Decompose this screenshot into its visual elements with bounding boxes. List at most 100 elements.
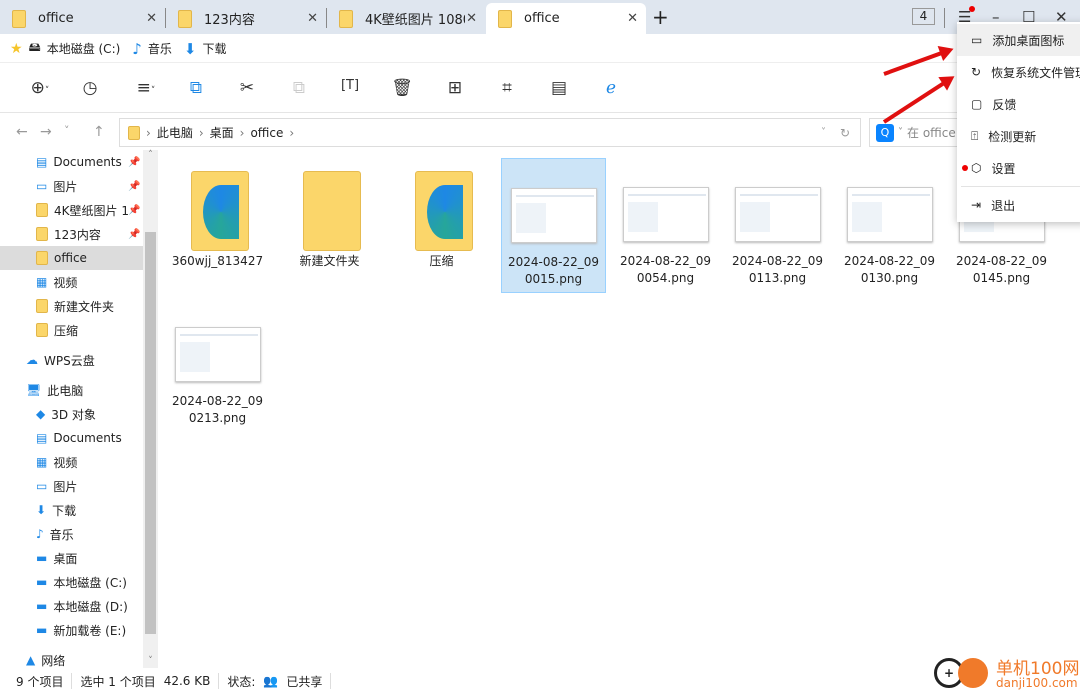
tab-count-badge[interactable]: 4 bbox=[912, 8, 935, 25]
sidebar-item-label: 4K壁纸图片 1 bbox=[54, 203, 129, 218]
image-thumbnail bbox=[173, 307, 263, 387]
menu-feedback[interactable]: ▢ 反馈 bbox=[957, 88, 1080, 120]
close-tab-icon[interactable]: ✕ bbox=[307, 11, 318, 26]
browser-icon[interactable]: ℯ bbox=[599, 78, 623, 98]
folder-icon bbox=[173, 167, 263, 251]
forward-button[interactable]: → bbox=[40, 124, 52, 140]
bookmark-c-drive[interactable]: 本地磁盘 (C:) bbox=[47, 40, 121, 57]
folder-icon bbox=[178, 9, 192, 28]
recent-dropdown[interactable]: ˅ bbox=[64, 124, 70, 137]
sidebar-item[interactable]: ▬ 桌面 bbox=[0, 546, 158, 570]
notification-dot bbox=[962, 165, 968, 171]
image-file[interactable]: 2024-08-22_090054.png bbox=[613, 158, 718, 293]
folder-item[interactable]: 压缩 bbox=[389, 158, 494, 293]
state-label: 状态: bbox=[227, 674, 256, 689]
sidebar-item-label: 桌面 bbox=[53, 551, 78, 566]
image-thumbnail bbox=[845, 167, 935, 247]
cut-icon[interactable]: ✂ bbox=[235, 78, 259, 98]
folder-item[interactable]: 360wjj_813427 bbox=[165, 158, 270, 293]
toolbar: ⊕˅ ◷ ≡˅ ⧉ ✂ ⧉ [T] 🗑 ⊞ ⌗ ▤ ℯ bbox=[0, 63, 1080, 113]
bookmark-music[interactable]: 音乐 bbox=[148, 40, 172, 57]
breadcrumb-office[interactable]: office bbox=[250, 126, 283, 140]
menu-add-desktop-icon[interactable]: ▭ 添加桌面图标 bbox=[957, 24, 1080, 56]
file-name: 2024-08-22_090213.png bbox=[171, 394, 263, 425]
sidebar-item[interactable]: 🖥 此电脑 bbox=[0, 378, 158, 402]
menu-settings[interactable]: ⬡ 设置 bbox=[957, 152, 1080, 184]
menu-check-update[interactable]: ⍐ 检测更新 bbox=[957, 120, 1080, 152]
folder-icon bbox=[36, 203, 48, 217]
sidebar-item[interactable]: ▦ 视频 bbox=[0, 270, 158, 294]
sidebar-item[interactable]: ▬ 本地磁盘 (D:) bbox=[0, 594, 158, 618]
tab-4k[interactable]: 4K壁纸图片 1080P✕ bbox=[327, 3, 485, 34]
selection-count: 选中 1 个项目 bbox=[80, 674, 156, 689]
tab-office-active[interactable]: office ✕ bbox=[486, 3, 646, 34]
menu-exit[interactable]: ⇥ 退出 bbox=[957, 189, 1080, 221]
file-name: 2024-08-22_090113.png bbox=[731, 254, 823, 285]
copy-icon[interactable]: ⧉ bbox=[184, 78, 208, 98]
address-bar[interactable]: › 此电脑 › 桌面 › office › ˅ ↻ bbox=[119, 118, 861, 147]
paste-icon[interactable]: ⧉ bbox=[287, 78, 311, 98]
close-tab-icon[interactable]: ✕ bbox=[466, 11, 477, 26]
delete-icon[interactable]: 🗑 bbox=[390, 78, 414, 98]
bookmark-download[interactable]: 下载 bbox=[202, 40, 226, 57]
sidebar-item[interactable]: ▬ 本地磁盘 (C:) bbox=[0, 570, 158, 594]
restore-icon: ↻ bbox=[971, 65, 982, 79]
sidebar-item[interactable]: 新建文件夹 bbox=[0, 294, 158, 318]
feedback-icon: ▢ bbox=[971, 97, 983, 111]
refresh-icon[interactable]: ↻ bbox=[840, 126, 850, 140]
sidebar-item[interactable]: ▭ 图片 bbox=[0, 474, 158, 498]
up-button[interactable]: ↑ bbox=[93, 124, 105, 140]
address-dropdown[interactable]: ˅ bbox=[821, 127, 826, 138]
sidebar-item[interactable]: ▭ 图片 📌 bbox=[0, 174, 158, 198]
folder-icon bbox=[12, 9, 26, 28]
sidebar-item[interactable]: 压缩 bbox=[0, 318, 158, 342]
sidebar-item[interactable]: 4K壁纸图片 1 📌 bbox=[0, 198, 158, 222]
sidebar-item-label: 此电脑 bbox=[47, 383, 84, 398]
sidebar-item[interactable]: ▲ 网络 bbox=[0, 648, 158, 668]
new-icon[interactable]: ⊕˅ bbox=[28, 78, 52, 98]
sidebar-item-label: 下载 bbox=[52, 503, 77, 518]
back-button[interactable]: ← bbox=[16, 124, 28, 140]
close-tab-icon[interactable]: ✕ bbox=[146, 11, 157, 26]
sidebar-item[interactable]: ▤ Documents 📌 bbox=[0, 150, 158, 174]
new-window-icon[interactable]: ⊞ bbox=[443, 78, 467, 98]
sidebar-item[interactable]: ☁ WPS云盘 bbox=[0, 348, 158, 372]
sidebar-item[interactable]: ⬇ 下载 bbox=[0, 498, 158, 522]
breadcrumb-this-pc[interactable]: 此电脑 bbox=[157, 124, 193, 141]
crop-icon[interactable]: ⌗ bbox=[495, 78, 519, 98]
image-file[interactable]: 2024-08-22_090113.png bbox=[725, 158, 830, 293]
search-icon: Q bbox=[876, 123, 894, 142]
image-file[interactable]: 2024-08-22_090130.png bbox=[837, 158, 942, 293]
sidebar-item[interactable]: ♪ 音乐 bbox=[0, 522, 158, 546]
history-icon[interactable]: ◷ bbox=[78, 78, 102, 98]
sidebar-item-label: 视频 bbox=[53, 275, 78, 290]
sidebar-item[interactable]: office bbox=[0, 246, 158, 270]
sidebar-item-label: 新建文件夹 bbox=[54, 299, 115, 314]
sidebar-item-label: 音乐 bbox=[49, 527, 74, 542]
calculator-icon[interactable]: ▤ bbox=[547, 78, 571, 98]
rename-icon[interactable]: [T] bbox=[338, 78, 362, 93]
menu-restore-explorer[interactable]: ↻恢复系统文件管理器 bbox=[957, 56, 1080, 88]
new-tab-button[interactable]: + bbox=[652, 5, 669, 29]
file-name: 2024-08-22_090015.png bbox=[507, 255, 599, 286]
tab-123[interactable]: 123内容 ✕ bbox=[166, 3, 326, 34]
view-icon[interactable]: ≡˅ bbox=[134, 78, 158, 98]
scrollbar-thumb[interactable] bbox=[145, 232, 156, 634]
sidebar-item[interactable]: 123内容 📌 bbox=[0, 222, 158, 246]
folder-icon bbox=[397, 167, 487, 251]
sidebar-item[interactable]: ▦ 视频 bbox=[0, 450, 158, 474]
sidebar-item-label: 网络 bbox=[41, 653, 66, 668]
search-input[interactable]: 在 office bbox=[907, 124, 956, 141]
folder-item[interactable]: 新建文件夹 bbox=[277, 158, 382, 293]
sidebar-item[interactable]: ◆ 3D 对象 bbox=[0, 402, 158, 426]
close-tab-icon[interactable]: ✕ bbox=[627, 11, 638, 26]
pictures-icon: ▭ bbox=[36, 479, 48, 493]
image-file[interactable]: 2024-08-22_090213.png bbox=[165, 298, 270, 433]
tab-office-1[interactable]: office ✕ bbox=[0, 3, 165, 34]
image-file[interactable]: 2024-08-22_090015.png bbox=[501, 158, 606, 293]
breadcrumb-desktop[interactable]: 桌面 bbox=[210, 124, 234, 141]
sidebar-item[interactable]: ▤ Documents bbox=[0, 426, 158, 450]
sidebar-item[interactable]: ▬ 新加载卷 (E:) bbox=[0, 618, 158, 642]
exit-icon: ⇥ bbox=[971, 198, 982, 212]
monitor-icon: ▭ bbox=[971, 33, 983, 47]
